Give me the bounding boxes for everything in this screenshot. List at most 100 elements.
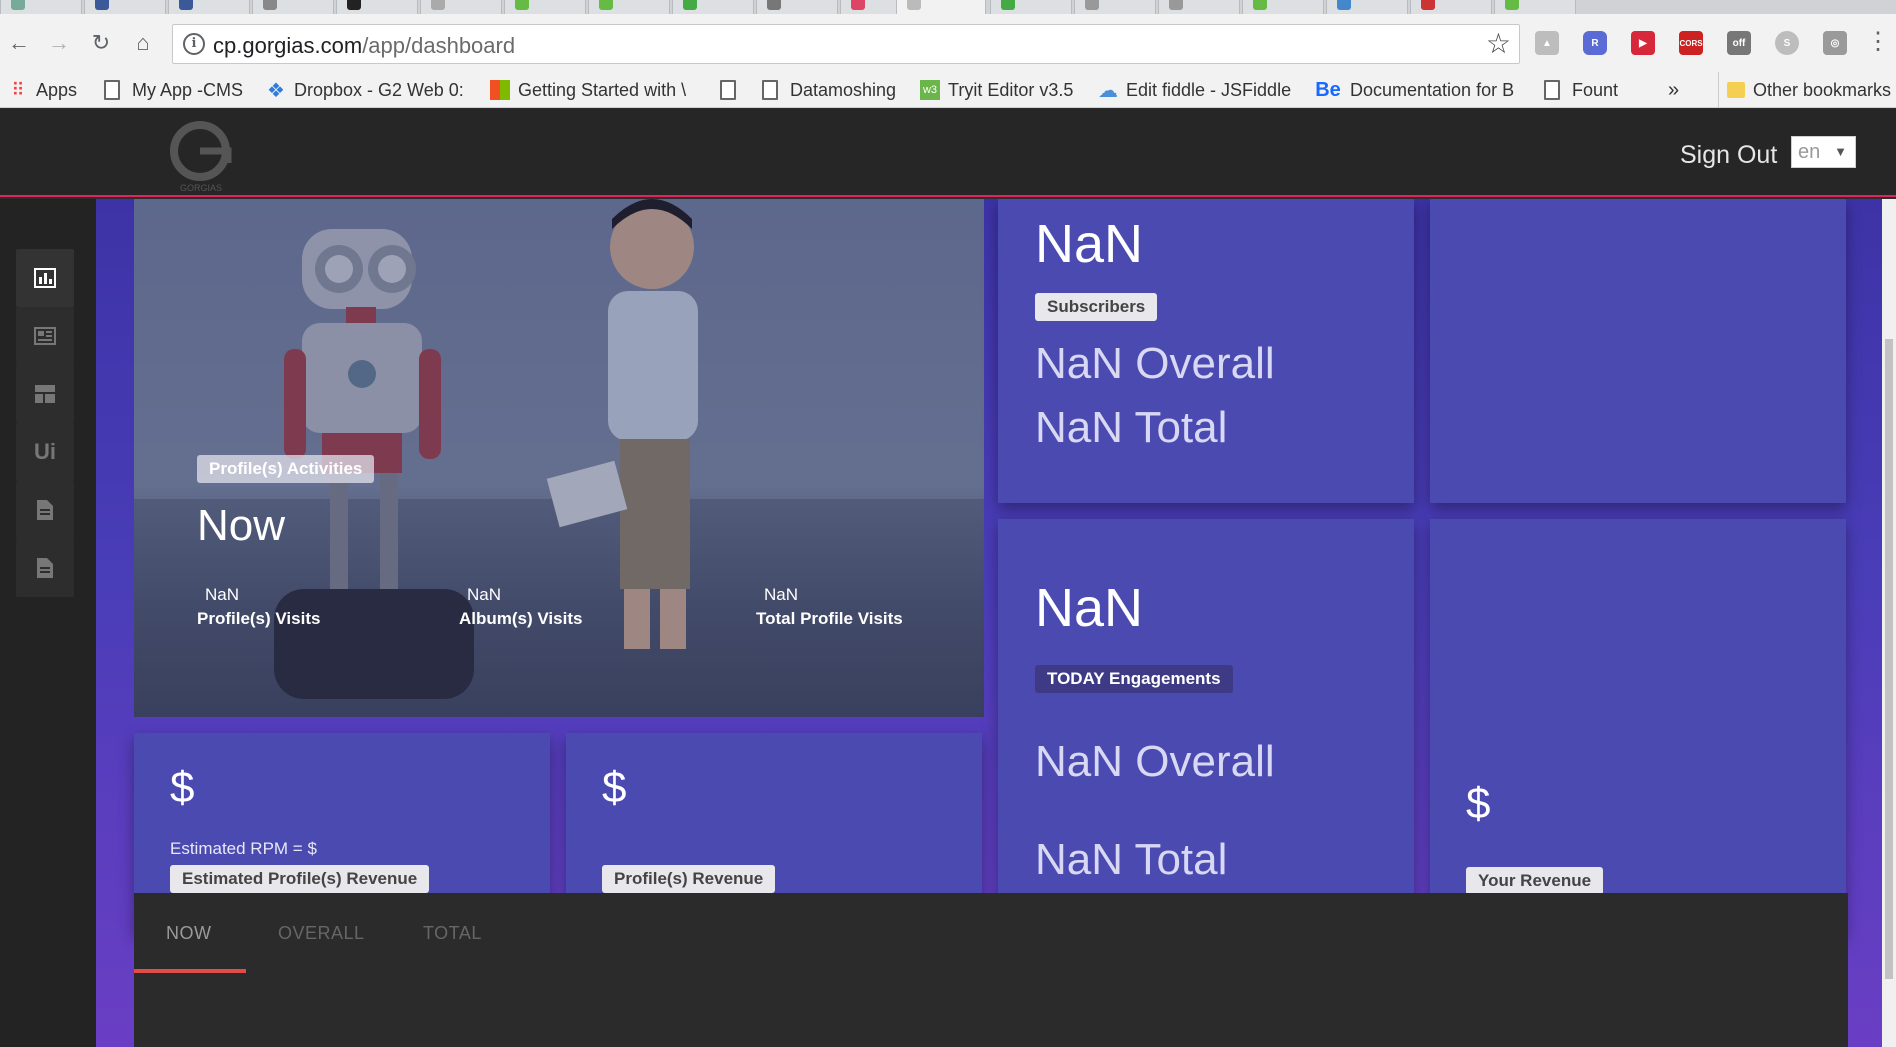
browser-tab[interactable] <box>0 0 82 14</box>
bookmark-label: Documentation for B <box>1350 79 1515 100</box>
bookmark-item[interactable]: Datamoshing <box>762 72 896 108</box>
profile-activities-badge: Profile(s) Activities <box>197 455 375 483</box>
bookmark-item[interactable]: ❖ Dropbox - G2 Web 0: <box>266 72 464 108</box>
browser-tab[interactable] <box>168 0 250 14</box>
stat-profile-visits: NaN Profile(s) Visits <box>197 585 320 629</box>
bookmark-item[interactable]: w3 Tryit Editor v3.5 <box>920 72 1073 108</box>
tab-total[interactable]: TOTAL <box>423 923 482 944</box>
browser-menu-icon[interactable]: ⋮ <box>1866 30 1890 54</box>
stat-value: NaN <box>205 585 240 604</box>
forward-extension-icon[interactable]: ▶ <box>1631 31 1655 55</box>
bookmark-item[interactable]: Fount <box>1544 72 1618 108</box>
page-icon <box>104 80 120 100</box>
bookmarks-overflow-button[interactable]: » <box>1668 72 1679 108</box>
tab-now[interactable]: NOW <box>166 923 212 944</box>
your-revenue-amount: $ <box>1466 779 1491 828</box>
tryit-icon: w3 <box>920 80 940 100</box>
engagements-card: NaN TODAY Engagements NaN Overall NaN To… <box>998 519 1414 935</box>
browser-tab[interactable] <box>84 0 166 14</box>
browser-tab[interactable] <box>588 0 670 14</box>
browser-tab-active[interactable] <box>896 0 986 14</box>
bookmark-item[interactable]: Be Documentation for B <box>1314 72 1514 108</box>
stat-label: Profile(s) Visits <box>197 609 321 628</box>
jsfiddle-cloud-icon: ☁ <box>1098 79 1118 102</box>
language-value: en <box>1798 141 1821 163</box>
engagements-value: NaN <box>1035 578 1144 638</box>
page-icon <box>762 80 778 100</box>
browser-tab[interactable] <box>672 0 754 14</box>
browser-tab[interactable] <box>1158 0 1240 14</box>
bookmark-label: Datamoshing <box>790 79 897 100</box>
sidebar-item-document-2[interactable] <box>16 539 74 597</box>
browser-tab[interactable] <box>1074 0 1156 14</box>
bookmark-label: Tryit Editor v3.5 <box>948 79 1074 100</box>
subscribers-card: NaN Subscribers NaN Overall NaN Total <box>998 199 1414 503</box>
browser-tab[interactable] <box>252 0 334 14</box>
sidebar-item-dashboard[interactable] <box>16 249 74 307</box>
sign-out-link[interactable]: Sign Out <box>1680 141 1777 170</box>
skype-extension-icon[interactable]: S <box>1775 31 1799 55</box>
profile-activities-card: Profile(s) Activities Now NaN Profile(s)… <box>134 199 984 717</box>
stat-value: NaN <box>467 585 502 604</box>
dropbox-icon: ❖ <box>267 79 285 102</box>
browser-tab[interactable] <box>990 0 1072 14</box>
browser-tab[interactable] <box>1242 0 1324 14</box>
bookmark-label: Getting Started with \ <box>518 79 687 100</box>
browser-tab[interactable] <box>1410 0 1492 14</box>
period-label: Now <box>197 501 286 550</box>
stat-value: NaN <box>764 585 799 604</box>
profile-revenue-amount: $ <box>602 763 627 812</box>
document-icon <box>37 558 53 578</box>
browser-tab[interactable] <box>1326 0 1408 14</box>
empty-card <box>1430 199 1846 503</box>
forward-icon[interactable]: → <box>44 28 74 58</box>
browser-tab[interactable] <box>1494 0 1576 14</box>
document-icon <box>37 500 53 520</box>
bookmark-label: My App -CMS <box>132 79 244 100</box>
bookmark-item[interactable]: My App -CMS <box>104 72 243 108</box>
browser-tab[interactable] <box>420 0 502 14</box>
sidebar-item-layout[interactable] <box>16 365 74 423</box>
estimated-revenue-badge: Estimated Profile(s) Revenue <box>170 865 430 893</box>
browser-tab[interactable] <box>336 0 418 14</box>
other-bookmarks[interactable]: Other bookmarks <box>1718 72 1891 108</box>
language-select[interactable]: en ▼ <box>1791 136 1856 168</box>
stat-label: Total Profile Visits <box>756 609 903 628</box>
ui-icon: Ui <box>34 439 56 464</box>
bookmark-star-icon[interactable]: ☆ <box>1486 27 1511 60</box>
bookmark-label: Dropbox - G2 Web 0: <box>294 79 464 100</box>
bookmark-item[interactable]: ☁ Edit fiddle - JSFiddle <box>1098 72 1291 108</box>
address-bar[interactable]: i cp.gorgias.com/app/dashboard ☆ <box>172 24 1520 64</box>
sidebar-item-document[interactable] <box>16 481 74 539</box>
back-icon[interactable]: ← <box>4 28 34 58</box>
r-extension-icon[interactable]: R <box>1583 31 1607 55</box>
estimated-revenue-amount: $ <box>170 763 195 812</box>
page-scrollbar[interactable] <box>1882 199 1896 1047</box>
drive-extension-icon[interactable]: ▲ <box>1535 31 1559 55</box>
folder-icon <box>1727 82 1745 98</box>
site-info-icon[interactable]: i <box>183 33 205 55</box>
page-icon <box>1544 80 1560 100</box>
bookmark-item[interactable]: Getting Started with \ <box>490 72 686 108</box>
browser-tab[interactable] <box>756 0 838 14</box>
url-text[interactable]: cp.gorgias.com/app/dashboard <box>213 33 515 59</box>
home-icon[interactable]: ⌂ <box>128 28 158 58</box>
reload-icon[interactable]: ↻ <box>86 28 116 58</box>
app-header: GORGIAS Sign Out en ▼ <box>0 109 1896 197</box>
stat-label: Album(s) Visits <box>459 609 583 628</box>
camera-extension-icon[interactable]: ◎ <box>1823 31 1847 55</box>
cors-extension-icon[interactable]: CORS <box>1679 31 1703 55</box>
your-revenue-card: $ Your Revenue <box>1430 519 1846 935</box>
browser-tab[interactable] <box>504 0 586 14</box>
subscribers-value: NaN <box>1035 214 1144 274</box>
sidebar-item-news[interactable] <box>16 307 74 365</box>
scrollbar-thumb[interactable] <box>1885 339 1893 979</box>
sidebar-item-ui[interactable]: Ui <box>16 423 74 481</box>
tab-overall[interactable]: OVERALL <box>278 923 365 944</box>
gorgias-logo[interactable]: GORGIAS <box>158 115 244 195</box>
browser-tab-strip <box>0 0 1896 14</box>
bookmark-apps[interactable]: ⠿ Apps <box>8 72 77 108</box>
apps-grid-icon: ⠿ <box>11 79 25 100</box>
off-extension-icon[interactable]: off <box>1727 31 1751 55</box>
bookmark-item[interactable] <box>720 72 748 108</box>
